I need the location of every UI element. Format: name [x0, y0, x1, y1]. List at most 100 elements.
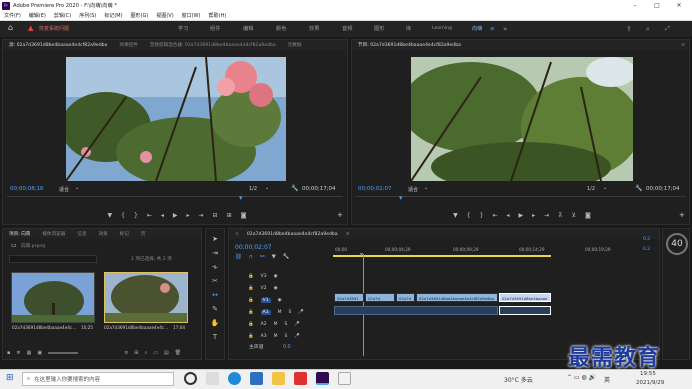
step-back-icon[interactable]: ◂ — [161, 212, 164, 219]
volume-level-dial[interactable]: 40 — [666, 233, 688, 255]
linked-selection-icon[interactable]: ⚯ — [260, 254, 265, 260]
timeline-timecode[interactable]: 00;00;02;07 — [235, 244, 272, 251]
menu-graphics[interactable]: 图形(G) — [131, 12, 149, 19]
trash-icon[interactable]: 🗑 — [175, 350, 181, 356]
project-item-thumbnail[interactable] — [11, 272, 95, 323]
timeline-playhead[interactable] — [363, 254, 364, 356]
lock-icon[interactable]: 🔒 — [248, 298, 254, 303]
list-view-icon[interactable]: ≣ — [16, 350, 20, 356]
workspace-tab-effects[interactable]: 效果 — [309, 21, 319, 37]
workspace-tab-graphics[interactable]: 图形 — [374, 21, 384, 37]
store-icon[interactable] — [250, 372, 263, 385]
freeform-view-icon[interactable]: ▣ — [37, 350, 42, 356]
track-label[interactable]: V1 — [260, 298, 271, 303]
audio-clip[interactable] — [334, 306, 498, 315]
menu-clip[interactable]: 剪辑(C) — [54, 12, 71, 19]
automate-icon[interactable]: ⊞ — [134, 350, 138, 356]
razor-icon[interactable]: ✂ — [209, 277, 221, 287]
mic-icon[interactable]: 🎤 — [294, 334, 300, 339]
chevron-down-icon[interactable]: ⌄ — [603, 185, 607, 191]
tab-sequence[interactable]: 02a7d3691d8be4baaae4e4cf82a9edba — [247, 232, 338, 237]
audio-clip-selected[interactable] — [499, 306, 551, 315]
lock-icon[interactable]: 🔒 — [248, 322, 254, 327]
menu-help[interactable]: 帮助(H) — [209, 12, 227, 19]
play-icon[interactable]: ▶ — [173, 212, 178, 219]
tab-markers[interactable]: 标记 — [120, 231, 129, 237]
step-forward-icon[interactable]: ▸ — [532, 212, 535, 219]
add-marker-icon[interactable]: ▼ — [453, 212, 458, 219]
lock-icon[interactable]: 🔒 — [248, 310, 254, 315]
workspace-tab-assembly[interactable]: 组件 — [210, 21, 220, 37]
sort-icon[interactable]: ≡ — [124, 350, 128, 356]
chevron-right-icon[interactable]: » — [503, 21, 507, 37]
tab-info[interactable]: 信息 — [77, 231, 86, 237]
program-video-frame[interactable] — [411, 57, 633, 181]
task-view-icon[interactable] — [206, 372, 219, 385]
mute-m-icon[interactable]: M — [274, 322, 278, 327]
video-clip-selected[interactable]: 02a7d3691d8be4baaae — [499, 293, 551, 302]
panel-menu-icon[interactable]: ≡ — [681, 43, 685, 48]
wps-office-icon[interactable] — [294, 372, 307, 385]
tab-effects[interactable]: 效果 — [99, 231, 108, 237]
wrench-icon[interactable]: 🔧 — [635, 185, 642, 192]
add-marker-icon[interactable]: ▼ — [272, 254, 276, 260]
step-back-icon[interactable]: ◂ — [506, 212, 509, 219]
source-playhead[interactable]: ▾ — [239, 194, 243, 202]
menu-file[interactable]: 文件(F) — [4, 12, 21, 19]
zoom-slider[interactable] — [48, 352, 79, 354]
solo-s-icon[interactable]: S — [284, 322, 287, 327]
solo-s-icon[interactable]: S — [284, 334, 287, 339]
snap-icon[interactable]: ∩ — [249, 254, 253, 260]
cortana-icon[interactable] — [184, 372, 197, 385]
extract-icon[interactable]: ⊻ — [572, 212, 576, 219]
tab-source[interactable]: 源: 02a7d3691d8be4baaae4e4cf82a9edba — [9, 42, 107, 48]
system-warning[interactable]: 恢复系统问题 — [39, 21, 69, 37]
selection-tool-icon[interactable]: ➤ — [209, 235, 221, 245]
workspace-menu-icon[interactable]: ≡ — [490, 21, 494, 37]
menu-edit[interactable]: 编辑(E) — [29, 12, 46, 19]
go-to-out-icon[interactable]: ⇥ — [199, 212, 204, 219]
program-timecode[interactable]: 00;00;02;07 — [358, 186, 392, 192]
panel-menu-icon[interactable]: ≡ — [346, 232, 350, 237]
tab-metadata[interactable]: 元数据 — [288, 42, 302, 48]
mark-in-icon[interactable]: { — [121, 212, 125, 219]
taskbar-search-input[interactable]: ⌕ 在这里输入你要搜索的内容 — [22, 372, 174, 386]
video-clip[interactable]: 02a7d — [365, 293, 395, 302]
eye-icon[interactable]: ◉ — [274, 274, 278, 279]
lock-icon[interactable]: 🔒 — [248, 334, 254, 339]
source-fit-select[interactable]: 适合 — [59, 186, 69, 193]
windows-start-icon[interactable]: ⊞ — [6, 373, 14, 383]
tab-program[interactable]: 节目: 02a7d3691d8be4baaae4e4cf82a9edba — [358, 42, 461, 48]
lock-icon[interactable]: 🔒 — [248, 286, 254, 291]
tab-effect-controls[interactable]: 效果控件 — [119, 42, 137, 48]
source-video-frame[interactable] — [66, 57, 286, 181]
edge-browser-icon[interactable] — [228, 372, 241, 385]
mic-icon[interactable]: 🎤 — [298, 310, 304, 315]
weather-status[interactable]: 30°C 多云 — [504, 375, 533, 384]
track-select-icon[interactable]: ⇥ — [209, 249, 221, 259]
minimize-button[interactable]: – — [624, 0, 646, 11]
hand-tool-icon[interactable]: ✋ — [209, 319, 221, 329]
step-forward-icon[interactable]: ▸ — [187, 212, 190, 219]
camera-icon[interactable]: ◙ — [585, 212, 591, 219]
wrench-icon[interactable]: 🔧 — [291, 185, 298, 192]
tab-media-browser[interactable]: 媒体浏览器 — [42, 231, 65, 237]
mute-m-icon[interactable]: M — [274, 334, 278, 339]
workspace-tab-active[interactable]: 向萌 — [472, 21, 482, 37]
settings-wrench-icon[interactable]: 🔧 — [283, 254, 290, 260]
mic-icon[interactable]: 🎤 — [294, 322, 300, 327]
video-clip[interactable]: 02a7d — [396, 293, 415, 302]
camera-icon[interactable]: ◙ — [241, 212, 247, 219]
nest-icon[interactable]: ⛓ — [235, 254, 242, 260]
add-button-icon[interactable]: + — [679, 211, 685, 219]
mark-in-icon[interactable]: { — [467, 212, 471, 219]
app-window-icon[interactable] — [338, 372, 351, 385]
menu-sequence[interactable]: 序列(S) — [79, 12, 96, 19]
new-bin-icon[interactable]: ▭ — [153, 350, 158, 356]
insert-icon[interactable]: ⊟ — [213, 212, 218, 219]
new-item-icon[interactable]: ▤ — [164, 350, 169, 356]
project-item-name[interactable]: 02a7d3691d8be4baaae4e4c... — [12, 325, 76, 330]
ripple-edit-icon[interactable]: ⟛ — [209, 263, 221, 273]
program-playhead[interactable]: ▾ — [399, 194, 403, 202]
add-marker-icon[interactable]: ▼ — [108, 212, 113, 219]
